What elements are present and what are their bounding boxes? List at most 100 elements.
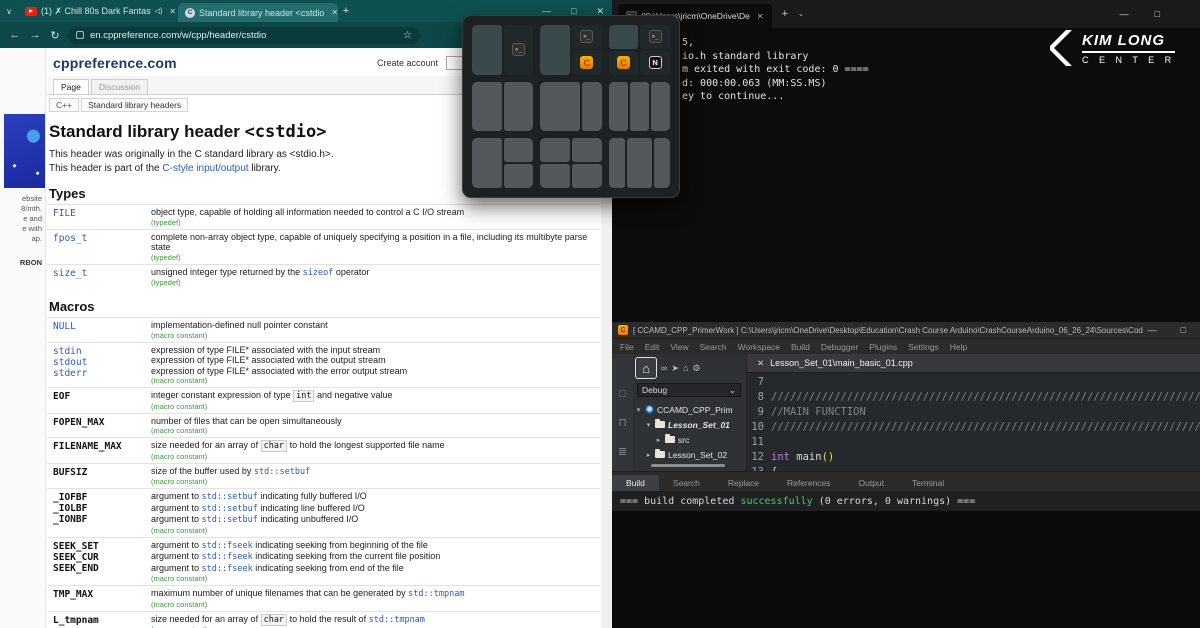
menu-edit[interactable]: Edit (645, 342, 660, 352)
audio-speaker-icon[interactable]: ◁) (155, 7, 163, 15)
terminal-maximize-button[interactable]: □ (1155, 9, 1160, 19)
terminal-dropdown-icon[interactable]: ⌄ (798, 10, 804, 18)
output-tab-output[interactable]: Output (845, 475, 899, 491)
breadcrumb-headers[interactable]: Standard library headers (81, 98, 188, 112)
tree-item-lesson_set_02[interactable]: ▸Lesson_Set_02 (635, 447, 746, 462)
symbol-link[interactable]: stderr (53, 368, 147, 379)
inline-code-link[interactable]: std::fseek (202, 564, 253, 574)
tab-discussion[interactable]: Discussion (91, 79, 148, 94)
symbol-link[interactable]: stdin (53, 346, 147, 357)
refresh-icon[interactable]: ↻ (48, 29, 62, 42)
link-editor-icon[interactable]: ∞ (661, 363, 667, 373)
symbol-link[interactable]: stdout (53, 357, 147, 368)
menu-help[interactable]: Help (950, 342, 967, 352)
outline-view-icon[interactable]: ⊓ (618, 416, 627, 429)
menu-settings[interactable]: Settings (908, 342, 939, 352)
inline-code-link[interactable]: std::fseek (202, 541, 253, 551)
menu-workspace[interactable]: Workspace (738, 342, 780, 352)
address-bar[interactable]: en.cppreference.com/w/cpp/header/cstdio … (68, 27, 420, 44)
snap-layout-option-1[interactable]: >_ (472, 25, 533, 75)
inline-code-link[interactable]: std::fseek (202, 552, 253, 562)
terminal-new-tab-button[interactable]: + (782, 8, 788, 20)
editor-tab-title[interactable]: Lesson_Set_01\main_basic_01.cpp (770, 358, 913, 368)
output-tab-build[interactable]: Build (612, 475, 659, 491)
browser-tab-youtube[interactable]: (1) ✗ Chill 80s Dark Fantas ◁) ✕ (18, 0, 178, 22)
tab-page[interactable]: Page (53, 79, 89, 94)
layers-view-icon[interactable]: ≣ (618, 445, 627, 458)
codelite-minimize-button[interactable]: — (1148, 325, 1157, 335)
settings-wrench-icon[interactable]: ⚙ (692, 363, 700, 374)
snap-layout-option-2[interactable]: >_ C (540, 25, 601, 75)
menu-debugger[interactable]: Debugger (821, 342, 858, 352)
build-config-select[interactable]: Debug⌄ (637, 383, 741, 397)
browser-tab-cppreference[interactable]: C Standard library header <cstdio ✕ (178, 3, 338, 22)
home-icon[interactable]: ⌂ (683, 363, 688, 373)
snap-layout-option-5[interactable] (540, 82, 601, 132)
tree-expander-icon[interactable]: ▾ (635, 406, 642, 414)
new-tab-button[interactable]: + (338, 5, 354, 17)
tree-item-ccamd_cpp_prim[interactable]: ▾CCAMD_CPP_Prim (635, 402, 746, 417)
symbol-link[interactable]: FILE (53, 208, 147, 219)
inline-code-link[interactable]: std::tmpnam (408, 589, 464, 599)
output-tab-replace[interactable]: Replace (714, 475, 773, 491)
bookmark-star-icon[interactable]: ☆ (403, 30, 412, 41)
inline-code-box[interactable]: char (261, 614, 287, 626)
tree-expander-icon[interactable]: ▸ (655, 436, 662, 444)
back-icon[interactable]: ← (8, 29, 22, 41)
tree-item-lesson_set_01[interactable]: ▾Lesson_Set_01 (635, 417, 746, 432)
kimlong-chevron-icon (1048, 28, 1074, 68)
symbol-link[interactable]: size_t (53, 268, 147, 279)
inline-code-link[interactable]: sizeof (303, 268, 334, 278)
snap-layout-option-6[interactable] (609, 82, 670, 132)
inline-code-link[interactable]: std::setbuf (202, 492, 258, 502)
output-tab-terminal[interactable]: Terminal (898, 475, 958, 491)
inline-code-link[interactable]: std::setbuf (202, 504, 258, 514)
inline-link[interactable]: C-style input/output (162, 163, 248, 174)
inline-code-link[interactable]: std::setbuf (254, 467, 310, 477)
codelite-window: C [ CCAMD_CPP_PrimerWork ] C:\Users\jric… (612, 322, 1200, 628)
inline-code-box[interactable]: int (293, 390, 314, 402)
sidebar-ad[interactable]: ebsite8/mth.e ande withap. RBON (0, 48, 46, 628)
snap-layout-option-7[interactable] (472, 138, 533, 188)
menu-search[interactable]: Search (700, 342, 727, 352)
forward-icon[interactable]: → (28, 29, 42, 41)
send-icon[interactable]: ➤ (671, 363, 679, 374)
menu-view[interactable]: View (670, 342, 688, 352)
menu-build[interactable]: Build (791, 342, 810, 352)
code-area[interactable]: 78//////////////////////////////////////… (747, 373, 1200, 471)
snap-layout-option-8[interactable] (540, 138, 601, 188)
symbol-link[interactable]: fpos_t (53, 233, 147, 244)
terminal-tab-close-icon[interactable]: ✕ (757, 12, 764, 21)
url-text[interactable]: en.cppreference.com/w/cpp/header/cstdio (90, 30, 397, 41)
output-tab-search[interactable]: Search (659, 475, 714, 491)
tree-expander-icon[interactable]: ▾ (645, 421, 652, 429)
symbol-link[interactable]: NULL (53, 321, 147, 332)
inline-code-box[interactable]: char (261, 440, 287, 452)
snap-layout-option-3[interactable]: >_ C N (609, 25, 670, 75)
codelite-maximize-button[interactable]: □ (1181, 325, 1186, 335)
editor-tab-close-icon[interactable]: ✕ (757, 358, 764, 369)
folder-view-icon[interactable]: □ (619, 388, 626, 400)
workspace-horizontal-scrollbar[interactable] (651, 464, 725, 467)
cppreference-logo[interactable]: cppreference.com (53, 55, 177, 71)
inline-code-link[interactable]: std::tmpnam (369, 615, 425, 625)
menu-file[interactable]: File (620, 342, 634, 352)
breadcrumb-cpp[interactable]: C++ (49, 98, 79, 112)
tree-expander-icon[interactable]: ▸ (645, 451, 652, 459)
site-info-icon[interactable] (76, 31, 84, 39)
workspace-home-button[interactable]: ⌂ (635, 357, 657, 379)
snap-layout-option-4[interactable] (472, 82, 533, 132)
output-tab-references[interactable]: References (773, 475, 844, 491)
description-line: argument to std::setbuf indicating line … (151, 503, 600, 515)
tab-close-icon[interactable]: ✕ (169, 7, 176, 16)
snap-layout-option-9[interactable] (609, 138, 670, 188)
create-account-link[interactable]: Create account (377, 58, 438, 68)
menu-plugins[interactable]: Plugins (869, 342, 897, 352)
inline-code-link[interactable]: <stdio.h> (290, 149, 331, 160)
tab-close-icon[interactable]: ✕ (331, 8, 338, 17)
inline-code-link[interactable]: std::setbuf (202, 515, 258, 525)
tree-item-src[interactable]: ▸src (635, 432, 746, 447)
terminal-minimize-button[interactable]: — (1120, 9, 1129, 19)
symbol-link: _IOFBF (53, 492, 147, 503)
tab-search-caret-icon[interactable]: ∨ (0, 7, 18, 16)
